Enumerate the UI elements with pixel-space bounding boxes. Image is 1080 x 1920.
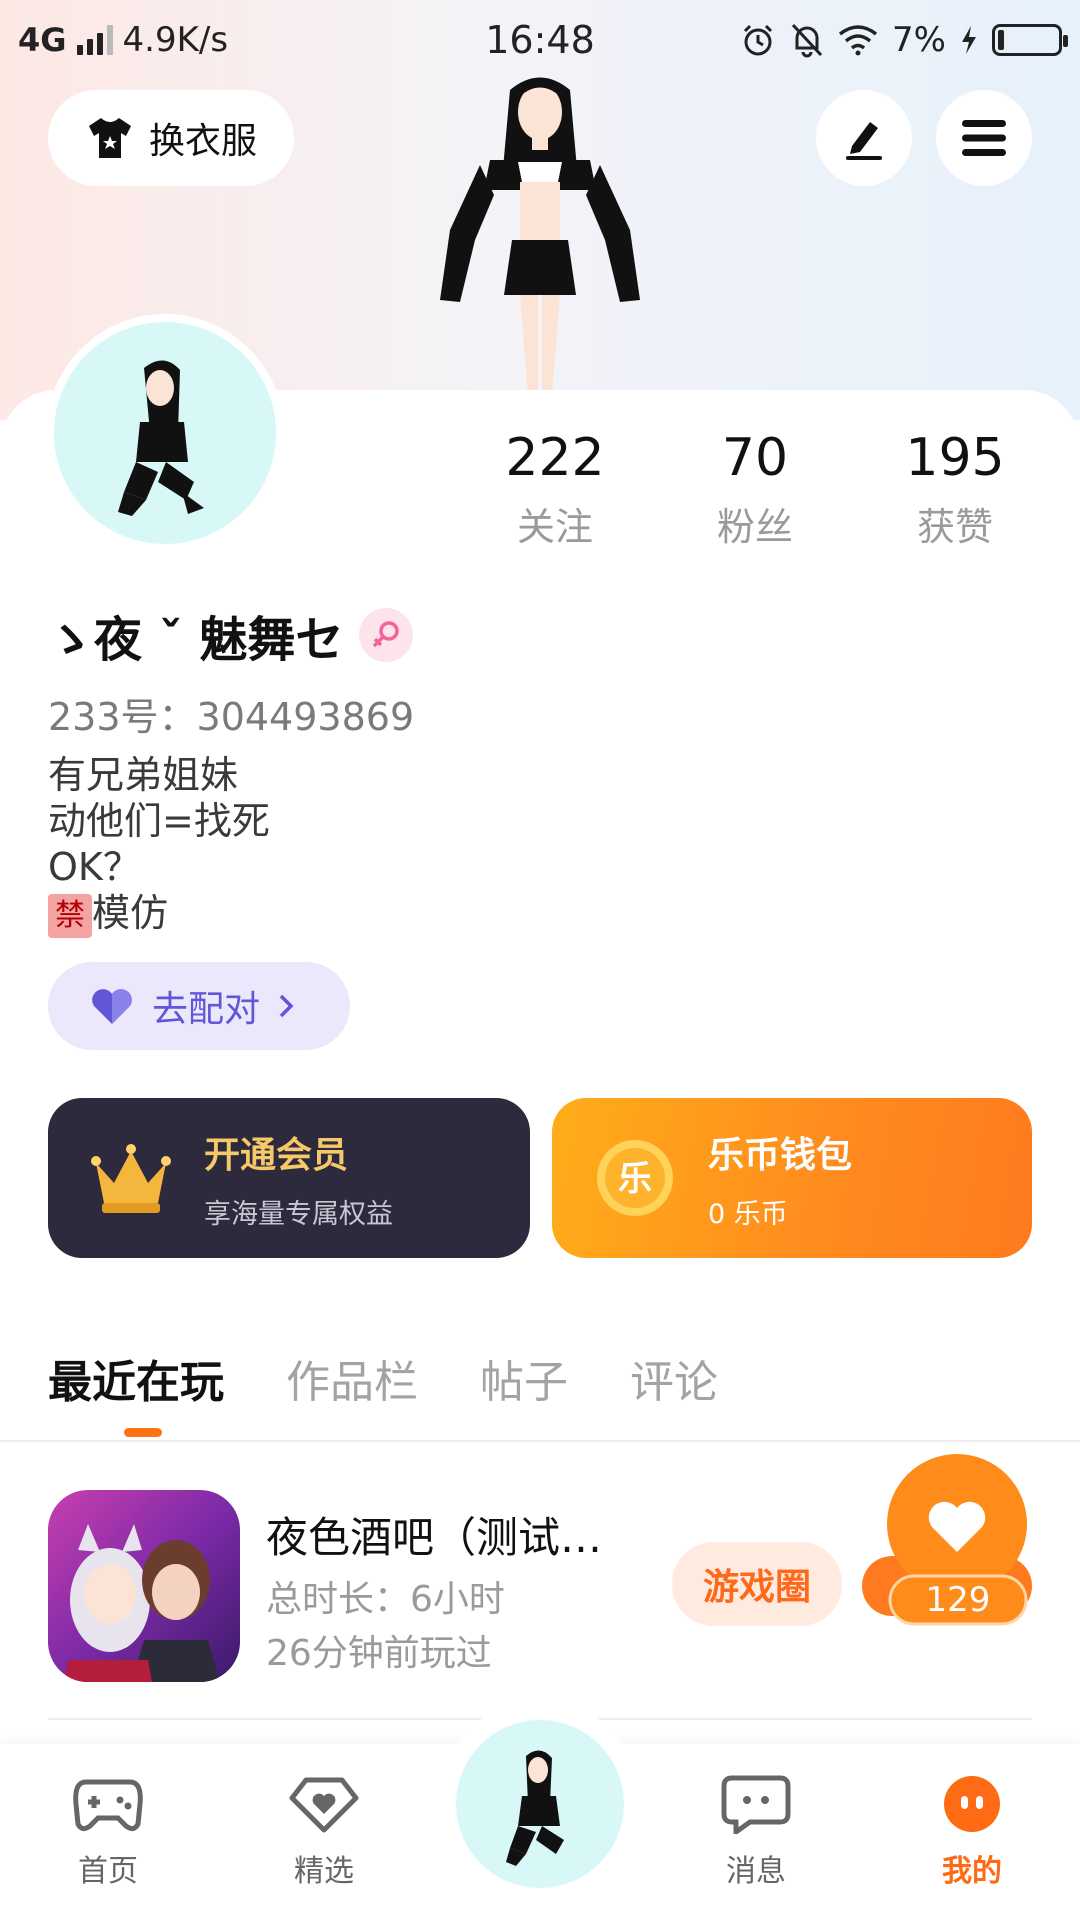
go-pair-button[interactable]: 去配对	[48, 962, 350, 1050]
forbidden-emoji-icon: 禁	[48, 893, 92, 938]
like-floating-button[interactable]: 129	[862, 1452, 1032, 1630]
likes-stat[interactable]: 195 获赞	[855, 428, 1055, 551]
bio-line: 有兄弟姐妹	[48, 753, 239, 797]
vip-subtitle: 享海量专属权益	[204, 1198, 393, 1230]
heart-icon	[92, 989, 132, 1024]
following-label: 关注	[516, 505, 593, 549]
game-circle-button[interactable]: 游戏圈	[672, 1542, 842, 1626]
battery-percent: 7%	[892, 20, 946, 60]
game-title: 夜色酒吧（测试…	[266, 1513, 603, 1562]
followers-label: 粉丝	[716, 505, 793, 549]
following-count: 222	[505, 428, 605, 488]
avatar-character-figure[interactable]	[420, 70, 660, 395]
pen-icon	[846, 122, 882, 160]
chevron-right-icon	[279, 994, 294, 1018]
edit-profile-button[interactable]	[816, 90, 912, 186]
shirt-icon	[88, 118, 131, 158]
tab-posts[interactable]: 帖子	[480, 1346, 568, 1410]
profile-stats: 222 关注 70 粉丝 195 获赞	[455, 428, 1055, 551]
game-thumbnail[interactable]	[48, 1490, 240, 1682]
wallet-title: 乐币钱包	[708, 1134, 853, 1176]
gamepad-icon	[73, 1779, 143, 1832]
battery-icon	[992, 24, 1068, 56]
alarm-icon	[743, 24, 773, 56]
tab-works[interactable]: 作品栏	[286, 1346, 418, 1410]
coin-icon: 乐	[597, 1140, 673, 1216]
heart-diamond-icon	[289, 1777, 359, 1833]
bio: 有兄弟姐妹 动他们=找死 OK？ 禁模仿	[48, 752, 270, 938]
followers-count: 70	[721, 428, 789, 488]
bio-line-with-emoji: 禁模仿	[48, 890, 270, 938]
wallet-balance: 0 乐币	[708, 1198, 788, 1230]
profile-tabs: 最近在玩 作品栏 帖子 评论	[48, 1346, 718, 1410]
center-avatar-figure	[506, 1750, 564, 1866]
active-tab-indicator	[124, 1428, 162, 1437]
tab-recent-play[interactable]: 最近在玩	[48, 1346, 224, 1410]
following-stat[interactable]: 222 关注	[455, 428, 655, 551]
avatar-thumbnail-figure	[118, 360, 204, 516]
crown-icon	[91, 1144, 171, 1213]
network-speed: 4.9K/s	[122, 20, 229, 60]
user-id: 233号：304493869	[48, 695, 415, 739]
nav-me[interactable]: 我的	[892, 1774, 1052, 1890]
vip-title: 开通会员	[204, 1134, 349, 1176]
menu-icon	[962, 120, 1006, 156]
mute-bell-icon	[791, 23, 823, 58]
nav-featured-label: 精选	[294, 1854, 354, 1889]
change-outfit-label: 换衣服	[148, 121, 257, 162]
game-total-duration: 总时长：6小时	[266, 1579, 505, 1620]
like-count: 129	[925, 1580, 991, 1620]
nickname: ゝ夜 ˇ 魅舞セ	[46, 612, 344, 668]
tab-comments[interactable]: 评论	[630, 1346, 718, 1410]
tabs-divider	[0, 1440, 1080, 1442]
profile-avatar[interactable]	[46, 314, 284, 552]
nav-me-label: 我的	[942, 1854, 1002, 1889]
coin-icon-char: 乐	[618, 1159, 652, 1199]
nav-home[interactable]: 首页	[28, 1774, 188, 1890]
network-type: 4G	[18, 21, 67, 59]
followers-stat[interactable]: 70 粉丝	[655, 428, 855, 551]
go-pair-label: 去配对	[152, 989, 261, 1030]
nav-home-label: 首页	[78, 1854, 138, 1889]
bio-line: 模仿	[92, 891, 169, 935]
change-outfit-button[interactable]: 换衣服	[48, 90, 294, 186]
bio-line: 动他们=找死	[48, 799, 270, 843]
charging-icon	[962, 26, 976, 54]
likes-label: 获赞	[916, 505, 993, 549]
menu-button[interactable]	[936, 90, 1032, 186]
chat-bubble-icon	[721, 1775, 791, 1834]
female-gender-icon	[359, 608, 414, 662]
status-bar: 4G 4.9K/s 16:48 7%	[0, 0, 1080, 80]
center-avatar-button[interactable]	[456, 1720, 624, 1888]
wallet-card[interactable]: 乐 乐币钱包 0 乐币	[552, 1098, 1032, 1258]
nickname-row: ゝ夜 ˇ 魅舞セ	[46, 600, 414, 670]
vip-membership-card[interactable]: 开通会员 享海量专属权益	[48, 1098, 530, 1258]
nav-featured[interactable]: 精选	[244, 1774, 404, 1890]
likes-count: 195	[905, 428, 1005, 488]
nav-messages-label: 消息	[726, 1854, 786, 1889]
wifi-icon	[838, 25, 878, 56]
nav-messages[interactable]: 消息	[676, 1774, 836, 1890]
bio-line: OK？	[48, 845, 141, 889]
game-last-played: 26分钟前玩过	[266, 1633, 492, 1674]
signal-icon	[76, 25, 113, 55]
profile-face-icon	[944, 1776, 1000, 1832]
